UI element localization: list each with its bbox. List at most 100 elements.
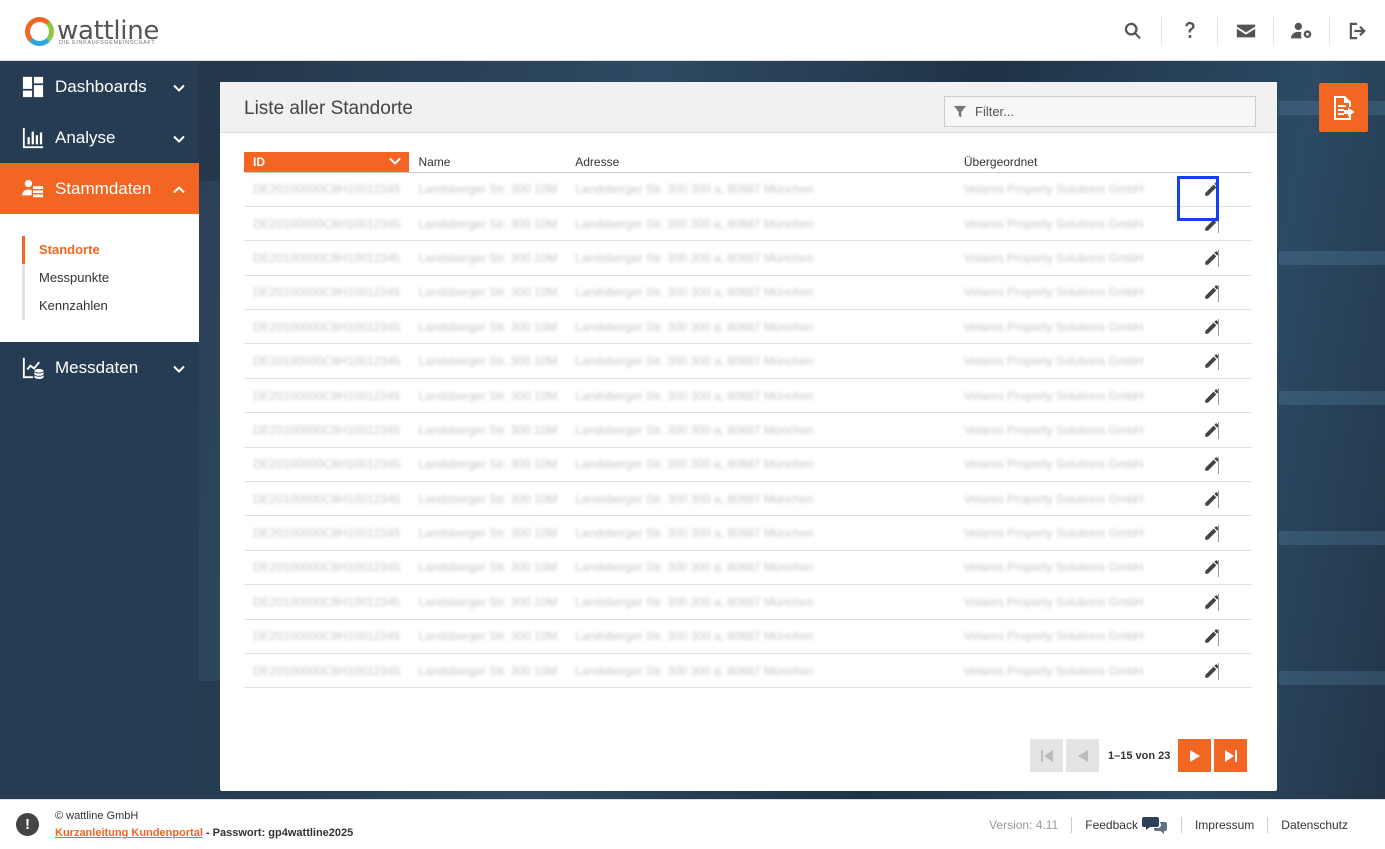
row-divider bbox=[1218, 387, 1219, 405]
feedback-label: Feedback bbox=[1085, 818, 1138, 832]
password-text: - Passwort: gp4wattline2025 bbox=[202, 827, 354, 839]
sidebar-subitem-standorte[interactable]: Standorte bbox=[22, 236, 199, 264]
footer: ! © wattline GmbH Kurzanleitung Kundenpo… bbox=[0, 799, 1385, 849]
cell-name: Landsberger Str. 300 10M bbox=[409, 653, 567, 689]
sidebar-item-stammdaten[interactable]: Stammdaten bbox=[0, 163, 199, 214]
cell-name: Landsberger Str. 300 10M bbox=[409, 412, 567, 448]
export-button[interactable] bbox=[1319, 83, 1368, 132]
standorte-table: ID Name Adresse Übergeordnet DE20100000C… bbox=[244, 152, 1252, 689]
table-row[interactable]: DE20100000C8H10012345 Landsberger Str. 30… bbox=[244, 275, 1252, 311]
table-row[interactable]: DE20100000C8H10012345 Landsberger Str. 30… bbox=[244, 550, 1252, 586]
column-header-id[interactable]: ID bbox=[244, 152, 410, 173]
table-row[interactable]: DE20100000C8H10012345 Landsberger Str. 30… bbox=[244, 309, 1252, 345]
sidebar-item-analyse[interactable]: Analyse bbox=[0, 112, 199, 163]
feedback-link[interactable]: Feedback bbox=[1071, 817, 1181, 834]
cell-adresse: Landsberger Str. 300 300 a, 80687 Münche… bbox=[566, 275, 955, 311]
cell-name: Landsberger Str. 300 10M bbox=[409, 481, 567, 517]
last-page-button[interactable] bbox=[1214, 739, 1248, 772]
bar-chart-icon bbox=[22, 127, 44, 148]
cell-id: DE20100000C8H10012345 bbox=[244, 343, 410, 379]
sidebar-item-label: Analyse bbox=[55, 127, 116, 147]
row-actions bbox=[1172, 412, 1252, 448]
cell-id: DE20100000C8H10012345 bbox=[244, 378, 410, 414]
row-divider bbox=[1218, 250, 1219, 268]
sidebar-item-dashboards[interactable]: Dashboards bbox=[0, 61, 199, 112]
table-row[interactable]: DE20100000C8H10012345 Landsberger Str. 30… bbox=[244, 619, 1252, 654]
cell-adresse: Landsberger Str. 300 300 a, 80687 Münche… bbox=[566, 309, 955, 345]
standorte-panel: Liste aller Standorte Filter... ID Name … bbox=[220, 82, 1277, 791]
row-divider bbox=[1218, 662, 1219, 680]
panel-header: Liste aller Standorte Filter... bbox=[220, 82, 1277, 133]
search-icon bbox=[1124, 22, 1141, 39]
row-divider bbox=[1218, 353, 1219, 371]
cell-id: DE20100000C8H10012345 bbox=[244, 653, 410, 689]
table-row[interactable]: DE20100000C8H10012345 Landsberger Str. 30… bbox=[244, 172, 1252, 207]
row-actions bbox=[1172, 481, 1252, 517]
cell-uebergeordnet: Velares Property Solutions GmbH bbox=[954, 343, 1173, 379]
table-row[interactable]: DE20100000C8H10012345 Landsberger Str. 30… bbox=[244, 515, 1252, 551]
previous-page-button[interactable] bbox=[1066, 739, 1099, 772]
datenschutz-link[interactable]: Datenschutz bbox=[1267, 817, 1385, 833]
row-actions bbox=[1172, 240, 1252, 276]
table-row[interactable]: DE20100000C8H10012345 Landsberger Str. 30… bbox=[244, 343, 1252, 379]
sidebar-subitem-messpunkte[interactable]: Messpunkte bbox=[22, 264, 199, 292]
row-divider bbox=[1218, 628, 1219, 646]
table-row[interactable]: DE20100000C8H10012345 Landsberger Str. 30… bbox=[244, 206, 1252, 242]
logout-button[interactable] bbox=[1329, 16, 1385, 45]
search-button[interactable] bbox=[1105, 17, 1161, 45]
edit-focus-highlight bbox=[1177, 176, 1219, 221]
wattline-logo[interactable]: wattline DIE EINKAUFSGEMEINSCHAFT bbox=[25, 14, 159, 48]
chevron-up-icon bbox=[173, 186, 185, 194]
cell-uebergeordnet: Velares Property Solutions GmbH bbox=[954, 481, 1173, 517]
sidebar-item-messdaten[interactable]: Messdaten bbox=[0, 342, 199, 393]
user-settings-button[interactable] bbox=[1273, 16, 1329, 45]
chat-bubble-icon bbox=[1141, 817, 1167, 834]
previous-page-icon bbox=[1077, 749, 1088, 762]
logout-icon bbox=[1349, 22, 1366, 39]
impressum-link[interactable]: Impressum bbox=[1180, 817, 1267, 833]
table-row[interactable]: DE20100000C8H10012345 Landsberger Str. 30… bbox=[244, 240, 1252, 276]
cell-id: DE20100000C8H10012345 bbox=[244, 481, 410, 517]
cell-uebergeordnet: Velares Property Solutions GmbH bbox=[954, 309, 1173, 345]
help-button[interactable] bbox=[1161, 16, 1217, 45]
table-row[interactable]: DE20100000C8H10012345 Landsberger Str. 30… bbox=[244, 653, 1252, 689]
cell-adresse: Landsberger Str. 300 300 a, 80687 Münche… bbox=[566, 447, 955, 483]
row-actions bbox=[1172, 309, 1252, 345]
footer-links: Version: 4.11 Feedback Impressum Datensc… bbox=[976, 800, 1385, 849]
cell-uebergeordnet: Velares Property Solutions GmbH bbox=[954, 172, 1173, 207]
table-row[interactable]: DE20100000C8H10012345 Landsberger Str. 30… bbox=[244, 378, 1252, 414]
column-header-name[interactable]: Name bbox=[409, 152, 567, 173]
cell-uebergeordnet: Velares Property Solutions GmbH bbox=[954, 412, 1173, 448]
next-page-button[interactable] bbox=[1178, 739, 1212, 772]
cell-uebergeordnet: Velares Property Solutions GmbH bbox=[954, 515, 1173, 551]
row-divider bbox=[1218, 456, 1219, 474]
first-page-button[interactable] bbox=[1030, 739, 1063, 772]
filter-input[interactable]: Filter... bbox=[944, 96, 1256, 127]
guide-link[interactable]: Kurzanleitung Kundenportal bbox=[55, 827, 203, 839]
cell-name: Landsberger Str. 300 10M bbox=[409, 172, 567, 207]
table-row[interactable]: DE20100000C8H10012345 Landsberger Str. 30… bbox=[244, 481, 1252, 517]
cell-adresse: Landsberger Str. 300 300 a, 80687 Münche… bbox=[566, 550, 955, 586]
header-actions bbox=[1105, 0, 1385, 61]
table-row[interactable]: DE20100000C8H10012345 Landsberger Str. 30… bbox=[244, 412, 1252, 448]
help-icon bbox=[1184, 21, 1195, 38]
row-divider bbox=[1218, 422, 1219, 440]
cell-uebergeordnet: Velares Property Solutions GmbH bbox=[954, 550, 1173, 586]
sidebar-subitem-kennzahlen[interactable]: Kennzahlen bbox=[22, 292, 199, 320]
column-header-uebergeordnet[interactable]: Übergeordnet bbox=[954, 152, 1173, 173]
column-header-adresse[interactable]: Adresse bbox=[566, 152, 955, 173]
cell-uebergeordnet: Velares Property Solutions GmbH bbox=[954, 378, 1173, 414]
sidebar-item-label: Stammdaten bbox=[55, 178, 152, 198]
row-actions bbox=[1172, 275, 1252, 311]
row-divider bbox=[1218, 319, 1219, 337]
sort-chevron-icon bbox=[389, 157, 402, 165]
table-row[interactable]: DE20100000C8H10012345 Landsberger Str. 30… bbox=[244, 584, 1252, 620]
mail-button[interactable] bbox=[1217, 16, 1273, 45]
row-divider bbox=[1218, 525, 1219, 543]
cell-name: Landsberger Str. 300 10M bbox=[409, 378, 567, 414]
cell-uebergeordnet: Velares Property Solutions GmbH bbox=[954, 584, 1173, 620]
warning-icon: ! bbox=[16, 813, 39, 836]
filter-icon bbox=[953, 105, 967, 117]
chevron-down-icon bbox=[173, 365, 185, 373]
table-row[interactable]: DE20100000C8H10012345 Landsberger Str. 30… bbox=[244, 447, 1252, 483]
